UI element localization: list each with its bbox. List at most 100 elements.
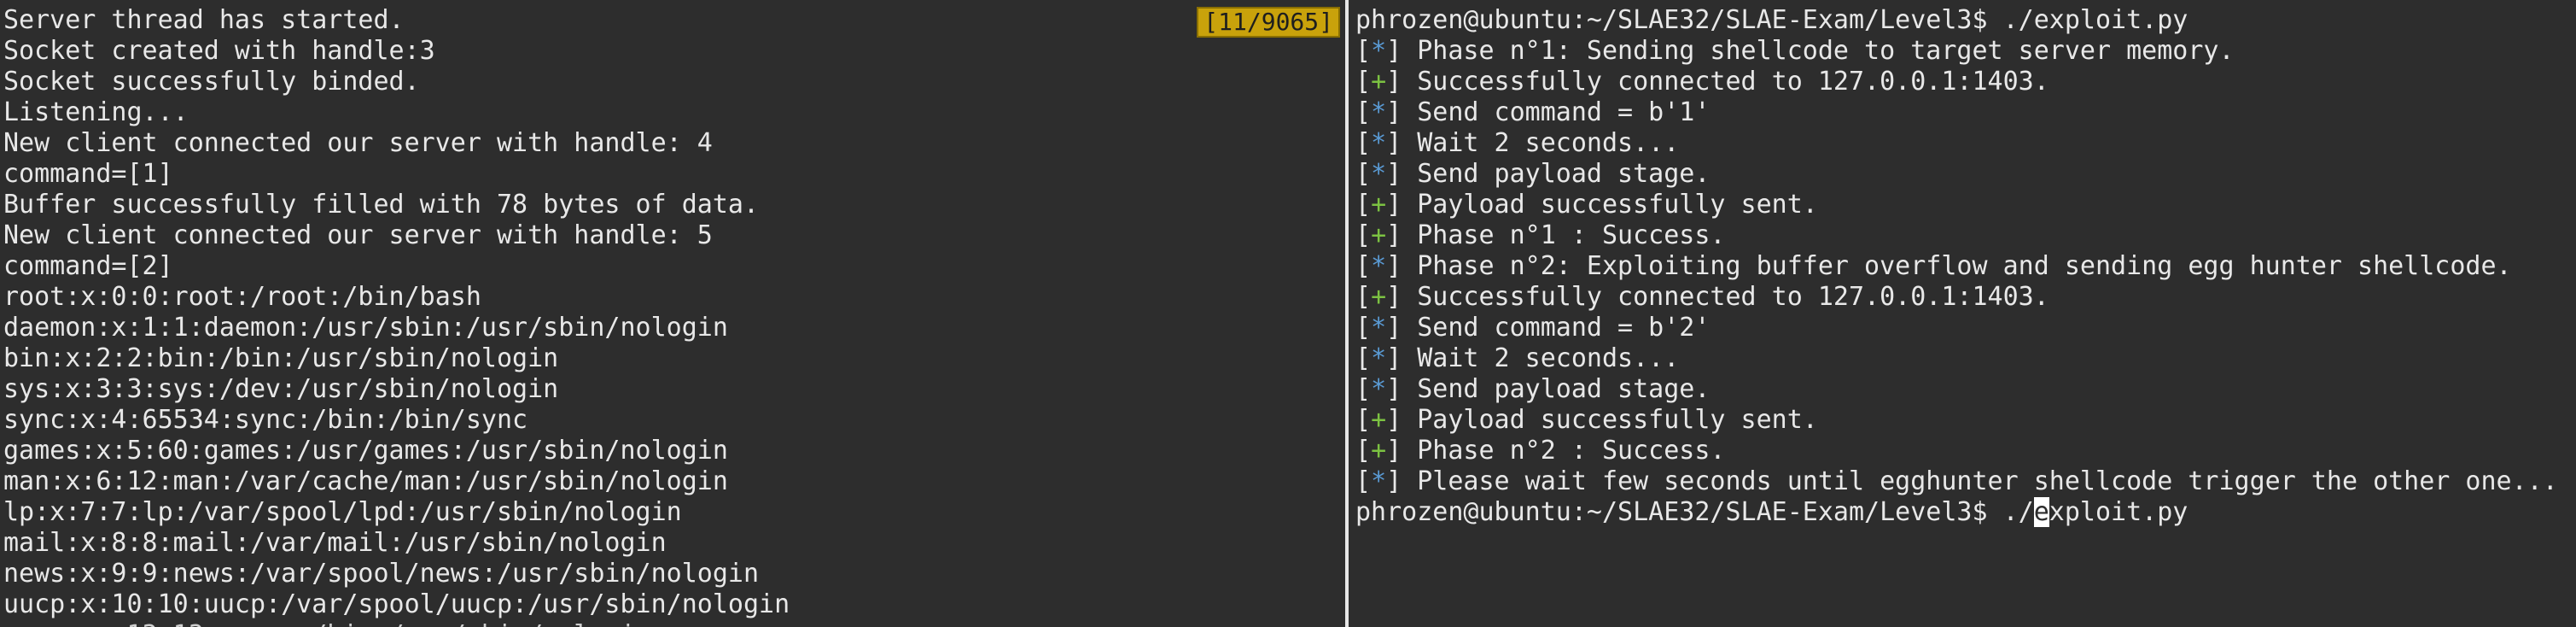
status-message-line: [+] Payload successfully sent. [1355,190,2558,220]
info-mark: * [1371,251,1387,281]
bracket-close: ] [1386,190,1402,220]
terminal-line: Socket created with handle:3 [3,36,435,66]
bracket-close: ] [1386,97,1402,127]
terminal-line: proxy:x:13:13:proxy:/bin:/usr/sbin/nolog… [3,620,790,627]
message-text: Please wait few seconds until egghunter … [1402,466,2558,496]
right-terminal-output: phrozen@ubuntu:~/SLAE32/SLAE-Exam/Level3… [1355,5,2558,528]
bracket-open: [ [1355,466,1372,496]
bracket-open: [ [1355,313,1372,343]
success-mark: + [1371,282,1387,312]
bracket-close: ] [1386,436,1402,466]
message-text: Phase n°1 : Success. [1402,220,1726,250]
message-text: Phase n°1: Sending shellcode to target s… [1402,36,2235,66]
status-message-line: [*] Send command = b'1' [1355,97,2558,128]
success-mark: + [1371,436,1387,466]
status-message-line: [*] Phase n°1: Sending shellcode to targ… [1355,36,2558,67]
terminal-line: Socket successfully binded. [3,67,420,97]
terminal-line: daemon:x:1:1:daemon:/usr/sbin:/usr/sbin/… [3,313,728,343]
terminal-line: man:x:6:12:man:/var/cache/man:/usr/sbin/… [3,466,728,496]
success-mark: + [1371,405,1387,435]
terminal-line: lp:x:7:7:lp:/var/spool/lpd:/usr/sbin/nol… [3,497,682,527]
terminal-line: New client connected our server with han… [3,220,713,250]
bracket-open: [ [1355,282,1372,312]
bracket-close: ] [1386,343,1402,373]
bracket-close: ] [1386,159,1402,189]
bracket-close: ] [1386,282,1402,312]
message-text: Send command = b'1' [1402,97,1711,127]
status-message-line: [+] Payload successfully sent. [1355,405,2558,436]
info-mark: * [1371,374,1387,404]
info-mark: * [1371,343,1387,373]
status-message-line: [*] Send payload stage. [1355,159,2558,190]
bracket-close: ] [1386,251,1402,281]
terminal-line: New client connected our server with han… [3,128,713,158]
bracket-open: [ [1355,67,1372,97]
terminal-line: sync:x:4:65534:sync:/bin:/bin/sync [3,405,528,435]
message-text: Successfully connected to 127.0.0.1:1403… [1402,282,2049,312]
info-mark: * [1371,128,1387,158]
bracket-open: [ [1355,190,1372,220]
right-terminal-pane[interactable]: phrozen@ubuntu:~/SLAE32/SLAE-Exam/Level3… [1349,0,2576,627]
bracket-open: [ [1355,128,1372,158]
terminal-line: games:x:5:60:games:/usr/games:/usr/sbin/… [3,436,728,466]
terminal-line: root:x:0:0:root:/root:/bin/bash [3,282,481,312]
bracket-open: [ [1355,97,1372,127]
status-message-line: [+] Successfully connected to 127.0.0.1:… [1355,67,2558,97]
message-text: Payload successfully sent. [1402,190,1818,220]
info-mark: * [1371,466,1387,496]
bracket-close: ] [1386,36,1402,66]
message-text: Send payload stage. [1402,374,1711,404]
status-message-line: [+] Phase n°1 : Success. [1355,220,2558,251]
bracket-open: [ [1355,405,1372,435]
bracket-close: ] [1386,67,1402,97]
status-message-line: [*] Send payload stage. [1355,374,2558,405]
left-terminal-output: Server thread has started. Socket create… [3,5,790,627]
message-text: Send payload stage. [1402,159,1711,189]
terminal-line: uucp:x:10:10:uucp:/var/spool/uucp:/usr/s… [3,589,790,619]
info-mark: * [1371,313,1387,343]
terminal-line: command=[1] [3,159,173,189]
info-mark: * [1371,97,1387,127]
message-text: Successfully connected to 127.0.0.1:1403… [1402,67,2049,97]
bracket-open: [ [1355,159,1372,189]
info-mark: * [1371,36,1387,66]
bracket-close: ] [1386,466,1402,496]
terminal-line: bin:x:2:2:bin:/bin:/usr/sbin/nologin [3,343,559,373]
terminal-line: Server thread has started. [3,5,405,35]
status-message-line: [*] Wait 2 seconds... [1355,128,2558,159]
message-text: Phase n°2: Exploiting buffer overflow an… [1402,251,2512,281]
bracket-close: ] [1386,128,1402,158]
message-text: Wait 2 seconds... [1402,343,1680,373]
command-prompt-line: phrozen@ubuntu:~/SLAE32/SLAE-Exam/Level3… [1355,5,2188,35]
terminal-line: sys:x:3:3:sys:/dev:/usr/sbin/nologin [3,374,559,404]
bracket-open: [ [1355,251,1372,281]
bracket-close: ] [1386,405,1402,435]
status-message-line: [*] Phase n°2: Exploiting buffer overflo… [1355,251,2558,282]
status-message-line: [*] Please wait few seconds until egghun… [1355,466,2558,497]
message-text: Phase n°2 : Success. [1402,436,1726,466]
bracket-open: [ [1355,436,1372,466]
bracket-close: ] [1386,220,1402,250]
command-input-line[interactable]: phrozen@ubuntu:~/SLAE32/SLAE-Exam/Level3… [1355,497,2558,528]
command-text: xploit.py [2049,497,2188,527]
scroll-position-indicator: [11/9065] [1197,7,1340,38]
message-text: Payload successfully sent. [1402,405,1818,435]
message-text: Wait 2 seconds... [1402,128,1680,158]
success-mark: + [1371,67,1387,97]
success-mark: + [1371,190,1387,220]
terminal-line: Buffer successfully filled with 78 bytes… [3,190,760,220]
success-mark: + [1371,220,1387,250]
status-message-line: [*] Send command = b'2' [1355,313,2558,343]
text-cursor: e [2033,497,2049,527]
bracket-open: [ [1355,343,1372,373]
terminal-line: command=[2] [3,251,173,281]
bracket-close: ] [1386,313,1402,343]
bracket-open: [ [1355,220,1372,250]
info-mark: * [1371,159,1387,189]
prompt-text: phrozen@ubuntu:~/SLAE32/SLAE-Exam/Level3… [1355,497,2034,527]
status-message-line: [+] Successfully connected to 127.0.0.1:… [1355,282,2558,313]
status-message-line: [*] Wait 2 seconds... [1355,343,2558,374]
bracket-open: [ [1355,374,1372,404]
terminal-line: mail:x:8:8:mail:/var/mail:/usr/sbin/nolo… [3,528,667,558]
left-terminal-pane[interactable]: Server thread has started. Socket create… [0,0,1345,627]
